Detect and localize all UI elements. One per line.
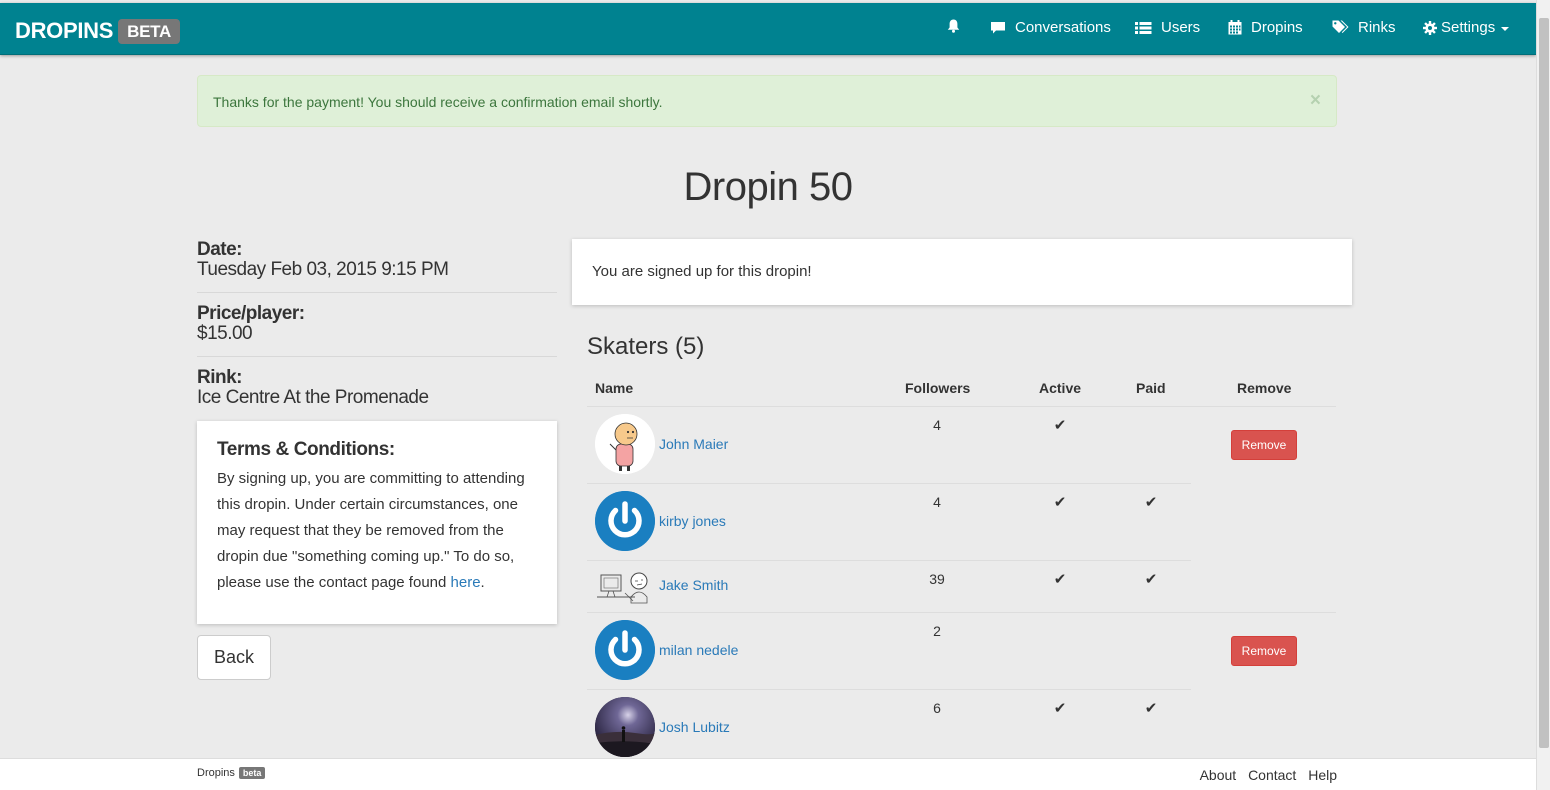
top-navbar: DROPINS BETA Conversations Users Dropins…: [0, 3, 1536, 55]
skater-name-link[interactable]: Jake Smith: [659, 577, 728, 593]
page-scrollbar[interactable]: [1536, 0, 1550, 790]
rink-value: Ice Centre At the Promenade: [197, 387, 429, 408]
table-divider: [587, 689, 1191, 690]
power-avatar[interactable]: [595, 620, 655, 680]
cartoon-avatar[interactable]: [595, 414, 655, 474]
active-check-icon: ✔: [1053, 700, 1067, 717]
page-footer: Dropins beta About Contact Help: [0, 758, 1536, 790]
active-check-icon: ✔: [1053, 571, 1067, 588]
remove-button[interactable]: Remove: [1231, 430, 1297, 460]
nav-settings-dropdown[interactable]: Settings: [1423, 19, 1510, 36]
date-info: Date: Tuesday Feb 03, 2015 9:15 PM: [197, 240, 557, 280]
nav-dropins[interactable]: Dropins: [1228, 19, 1303, 36]
table-divider: [587, 483, 1191, 484]
signup-status-card: You are signed up for this dropin!: [572, 239, 1352, 305]
divider: [197, 292, 557, 293]
sketch-avatar[interactable]: [595, 569, 655, 605]
nav-settings-label: Settings: [1441, 19, 1496, 36]
bell-icon: [947, 19, 960, 33]
footer-link-about[interactable]: About: [1200, 767, 1237, 783]
footer-beta-badge: beta: [238, 767, 266, 779]
table-divider: [587, 406, 1336, 407]
terms-text: By signing up, you are committing to att…: [217, 470, 525, 591]
calendar-icon: [1228, 20, 1242, 35]
payment-success-alert: Thanks for the payment! You should recei…: [197, 75, 1337, 127]
scrollbar-thumb[interactable]: [1539, 18, 1549, 748]
power-avatar[interactable]: [595, 491, 655, 551]
paid-check-icon: ✔: [1144, 571, 1158, 588]
skater-name-link[interactable]: Josh Lubitz: [659, 719, 730, 735]
photo-avatar[interactable]: [595, 697, 655, 757]
table-divider: [587, 560, 1191, 561]
back-button[interactable]: Back: [197, 635, 271, 680]
followers-count: 4: [933, 494, 941, 510]
nav-rinks[interactable]: Rinks: [1332, 19, 1396, 36]
nav-conversations[interactable]: Conversations: [990, 19, 1111, 36]
caret-down-icon: [1501, 26, 1510, 31]
nav-conversations-label: Conversations: [1015, 19, 1111, 36]
footer-brand-name: Dropins: [197, 767, 235, 779]
followers-count: 6: [933, 700, 941, 716]
followers-count: 4: [933, 417, 941, 433]
terms-title: Terms & Conditions:: [217, 439, 395, 460]
rink-info: Rink: Ice Centre At the Promenade: [197, 368, 557, 408]
gear-icon: [1423, 20, 1437, 35]
active-check-icon: ✔: [1053, 417, 1067, 434]
terms-body: By signing up, you are committing to att…: [217, 466, 537, 596]
list-icon: [1135, 21, 1152, 34]
followers-count: 2: [933, 623, 941, 639]
skater-name-link[interactable]: milan nedele: [659, 642, 738, 658]
column-header-active: Active: [1039, 380, 1082, 396]
brand-logo[interactable]: DROPINS BETA: [15, 17, 180, 44]
column-header-paid: Paid: [1136, 380, 1166, 396]
remove-button[interactable]: Remove: [1231, 636, 1297, 666]
nav-rinks-label: Rinks: [1358, 19, 1396, 36]
price-info: Price/player: $15.00: [197, 304, 557, 344]
rink-label: Rink:: [197, 367, 243, 388]
skaters-heading: Skaters (5): [587, 333, 705, 360]
nav-dropins-label: Dropins: [1251, 19, 1303, 36]
signup-status-text: You are signed up for this dropin!: [592, 263, 812, 280]
contact-link[interactable]: here: [451, 574, 481, 591]
page-title: Dropin 50: [683, 165, 853, 209]
column-header-name: Name: [595, 380, 634, 396]
followers-count: 39: [929, 571, 945, 587]
table-divider: [587, 612, 1336, 613]
footer-link-contact[interactable]: Contact: [1248, 767, 1296, 783]
footer-link-help[interactable]: Help: [1308, 767, 1337, 783]
alert-message: Thanks for the payment! You should recei…: [213, 94, 663, 110]
footer-links: About Contact Help: [1192, 767, 1337, 783]
skater-name-link[interactable]: John Maier: [659, 436, 728, 452]
close-icon[interactable]: ×: [1310, 90, 1321, 112]
nav-users-label: Users: [1161, 19, 1201, 36]
skater-name-link[interactable]: kirby jones: [659, 513, 726, 529]
footer-brand: Dropins beta: [197, 767, 266, 779]
paid-check-icon: ✔: [1144, 494, 1158, 511]
price-label: Price/player:: [197, 303, 305, 324]
date-label: Date:: [197, 239, 243, 260]
terms-end: .: [480, 574, 485, 591]
date-value: Tuesday Feb 03, 2015 9:15 PM: [197, 259, 449, 280]
nav-users[interactable]: Users: [1135, 19, 1200, 36]
active-check-icon: ✔: [1053, 494, 1067, 511]
paid-check-icon: ✔: [1144, 700, 1158, 717]
terms-card: Terms & Conditions: By signing up, you a…: [197, 421, 557, 624]
brand-name[interactable]: DROPINS: [15, 18, 113, 44]
column-header-remove: Remove: [1237, 380, 1292, 396]
beta-badge: BETA: [118, 19, 180, 44]
notifications-button[interactable]: [947, 19, 969, 33]
comment-icon: [991, 21, 1005, 33]
divider: [197, 356, 557, 357]
tags-icon: [1332, 20, 1349, 33]
column-header-followers: Followers: [905, 380, 971, 396]
price-value: $15.00: [197, 323, 253, 344]
